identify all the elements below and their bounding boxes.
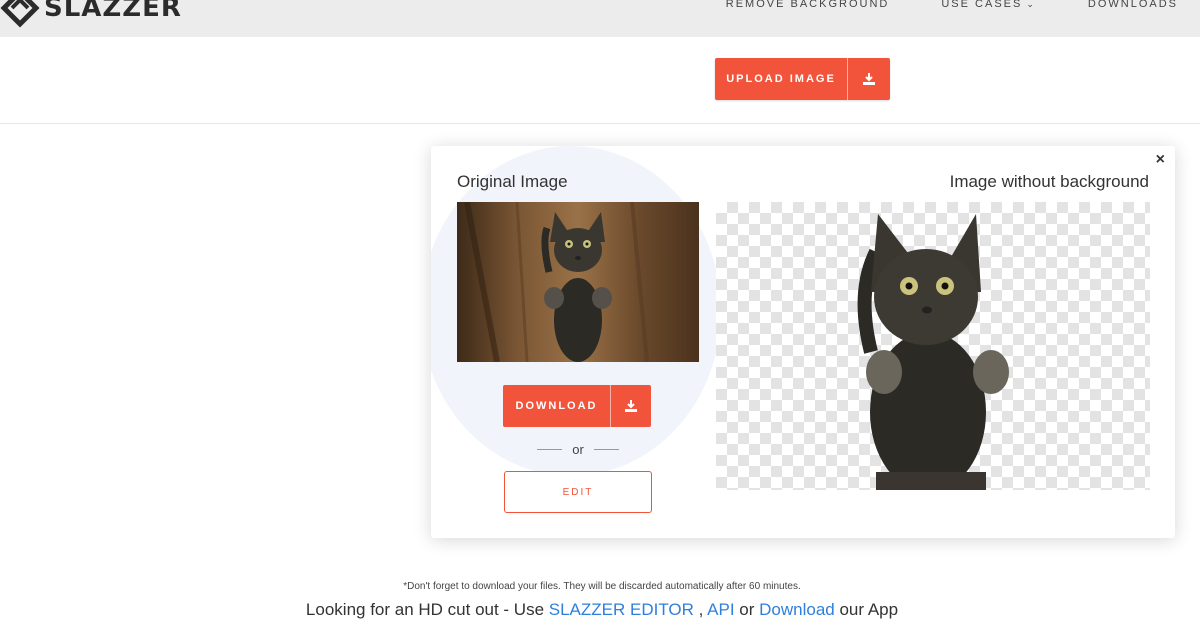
close-icon[interactable]: ×: [1156, 151, 1165, 169]
slazzer-editor-link[interactable]: SLAZZER EDITOR: [549, 600, 694, 619]
nav-remove-background[interactable]: REMOVE BACKGROUND: [726, 0, 912, 10]
separator-line: [537, 449, 563, 450]
upload-image-button[interactable]: UPLOAD IMAGE: [715, 58, 890, 100]
logo-text: SLAZZER: [44, 0, 182, 23]
edit-button[interactable]: EDIT: [504, 471, 652, 513]
or-separator: or: [537, 442, 619, 457]
no-background-title: Image without background: [949, 172, 1149, 191]
separator-line: [593, 449, 619, 450]
promo-suffix: our App: [834, 600, 899, 619]
logo[interactable]: SLAZZER: [0, 0, 182, 28]
upload-button-label: UPLOAD IMAGE: [726, 73, 836, 85]
download-icon: [611, 399, 651, 413]
promo-separator: ,: [693, 600, 708, 619]
discard-note: *Don't forget to download your files. Th…: [403, 581, 801, 592]
nav-label: DOWNLOADS: [1087, 0, 1178, 10]
nav-downloads[interactable]: DOWNLOADS: [1088, 0, 1200, 10]
top-navbar: SLAZZER REMOVE BACKGROUND USE CASES ⌄ DOW…: [0, 0, 1200, 37]
promo-or: or: [734, 600, 760, 619]
result-card: × Original Image Image without backgroun…: [431, 146, 1175, 538]
section-divider: [0, 123, 1200, 124]
main-nav: REMOVE BACKGROUND USE CASES ⌄ DOWNLOADS: [726, 0, 1200, 10]
transparent-result-image: [716, 202, 1150, 492]
api-link[interactable]: API: [707, 600, 734, 619]
download-button[interactable]: DOWNLOAD: [503, 385, 651, 427]
nav-label: REMOVE BACKGROUND: [725, 0, 890, 10]
promo-prefix: Looking for an HD cut out - Use: [305, 600, 549, 619]
nav-use-cases[interactable]: USE CASES ⌄: [941, 0, 1058, 10]
hd-cutout-promo: Looking for an HD cut out - Use SLAZZER …: [0, 600, 1200, 620]
download-app-link[interactable]: Download: [759, 600, 835, 619]
chevron-down-icon: ⌄: [1026, 0, 1036, 9]
upload-icon: [848, 72, 890, 86]
original-image-title: Original Image: [457, 172, 568, 191]
nav-label: USE CASES: [941, 0, 1023, 10]
or-label: or: [572, 442, 584, 457]
logo-icon: [0, 0, 40, 28]
download-button-label: DOWNLOAD: [515, 400, 598, 412]
original-image: [457, 202, 699, 362]
